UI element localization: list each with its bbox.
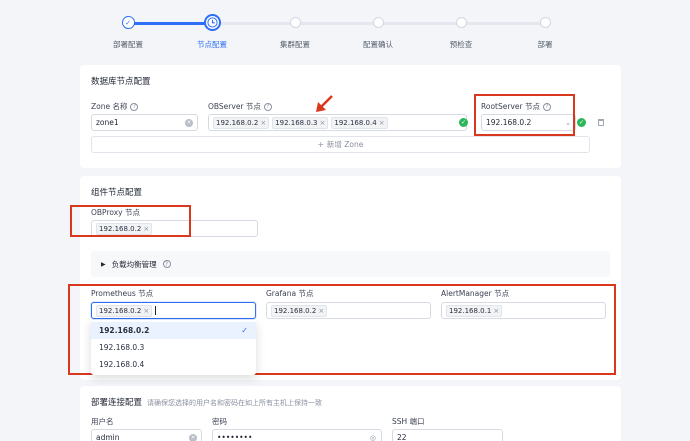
- step-label: 部署: [537, 40, 553, 49]
- add-zone-button[interactable]: + 新增 Zone: [91, 136, 590, 153]
- help-icon[interactable]: ?: [130, 102, 139, 111]
- zone-label: Zone 名称?: [91, 101, 139, 112]
- ssh-title-row: 部署连接配置 请确保您选择的用户名和密码在如上所有主机上保持一致: [91, 396, 322, 408]
- clock-icon: [289, 17, 301, 28]
- ssh-port-value: 22: [397, 433, 407, 441]
- observer-tag: 192.168.0.3 ×: [272, 116, 329, 129]
- clock-icon: [372, 17, 384, 28]
- prometheus-dropdown: 192.168.0.2 ✓ 192.168.0.3 192.168.0.4: [91, 320, 256, 375]
- ssh-config-card: 部署连接配置 请确保您选择的用户名和密码在如上所有主机上保持一致 用户名 adm…: [80, 386, 621, 441]
- add-zone-label: 新增 Zone: [326, 140, 364, 149]
- close-icon[interactable]: ×: [379, 119, 385, 127]
- username-label: 用户名: [91, 417, 114, 426]
- annotation-box-rootserver: [474, 94, 575, 136]
- check-icon: ✓: [241, 326, 248, 335]
- load-balance-label: 负载均衡管理: [111, 259, 157, 269]
- ssh-port-input[interactable]: 22: [392, 429, 503, 441]
- success-check-icon: ✓: [577, 118, 586, 127]
- dropdown-option[interactable]: 192.168.0.2 ✓: [91, 322, 256, 339]
- db-section-title: 数据库节点配置: [91, 77, 151, 87]
- annotation-arrow-icon: [316, 95, 333, 112]
- caret-right-icon: ▶: [101, 260, 106, 268]
- component-section-title: 组件节点配置: [91, 188, 143, 198]
- password-label: 密码: [212, 417, 227, 426]
- password-value: ••••••••: [217, 433, 253, 441]
- tag-label: 192.168.0.3: [275, 118, 318, 127]
- clear-icon[interactable]: ×: [189, 433, 197, 441]
- observer-tag: 192.168.0.2 ×: [213, 116, 270, 129]
- zone-input[interactable]: zone1 ×: [91, 114, 198, 131]
- dropdown-option[interactable]: 192.168.0.4: [91, 356, 256, 373]
- observer-tag: 192.168.0.4 ×: [331, 116, 388, 129]
- password-input[interactable]: •••••••• ◎: [212, 429, 382, 441]
- option-label: 192.168.0.3: [99, 343, 145, 352]
- delete-icon[interactable]: [598, 119, 604, 126]
- zone-label-text: Zone 名称: [91, 102, 128, 111]
- observer-label: OBServer 节点?: [208, 101, 272, 112]
- clock-icon: [539, 17, 551, 28]
- username-input[interactable]: admin ×: [91, 429, 202, 441]
- ssh-section-title: 部署连接配置: [91, 398, 143, 408]
- tag-label: 192.168.0.2: [216, 118, 259, 127]
- option-label: 192.168.0.4: [99, 360, 145, 369]
- ssh-hint: 请确保您选择的用户名和密码在如上所有主机上保持一致: [147, 399, 323, 407]
- plus-icon: +: [317, 140, 324, 149]
- clock-icon: [203, 14, 221, 31]
- help-icon[interactable]: ?: [263, 102, 272, 111]
- success-check-icon: ✓: [459, 118, 468, 127]
- annotation-box-obproxy: [70, 205, 191, 237]
- observer-label-text: OBServer 节点: [208, 102, 261, 111]
- step-deploy: 部署: [495, 14, 595, 49]
- username-value: admin: [96, 433, 120, 441]
- close-icon[interactable]: ×: [260, 119, 266, 127]
- step-progress: ✓ 部署配置 节点配置 集群配置 配置确认 预检查 部署: [0, 0, 690, 58]
- clear-icon[interactable]: ×: [185, 118, 193, 127]
- check-icon: ✓: [121, 16, 135, 29]
- tag-label: 192.168.0.4: [334, 118, 377, 127]
- observer-select[interactable]: 192.168.0.2 × 192.168.0.3 × 192.168.0.4 ×: [208, 114, 467, 131]
- dropdown-option[interactable]: 192.168.0.3: [91, 339, 256, 356]
- load-balance-collapse[interactable]: ▶ 负载均衡管理 ?: [91, 251, 610, 277]
- help-icon[interactable]: ?: [162, 260, 171, 268]
- ssh-port-label: SSH 端口: [392, 417, 425, 426]
- close-icon[interactable]: ×: [320, 119, 326, 127]
- zone-value: zone1: [96, 118, 119, 127]
- eye-off-icon[interactable]: ◎: [370, 434, 376, 441]
- option-label: 192.168.0.2: [99, 326, 150, 335]
- clock-icon: [455, 17, 467, 28]
